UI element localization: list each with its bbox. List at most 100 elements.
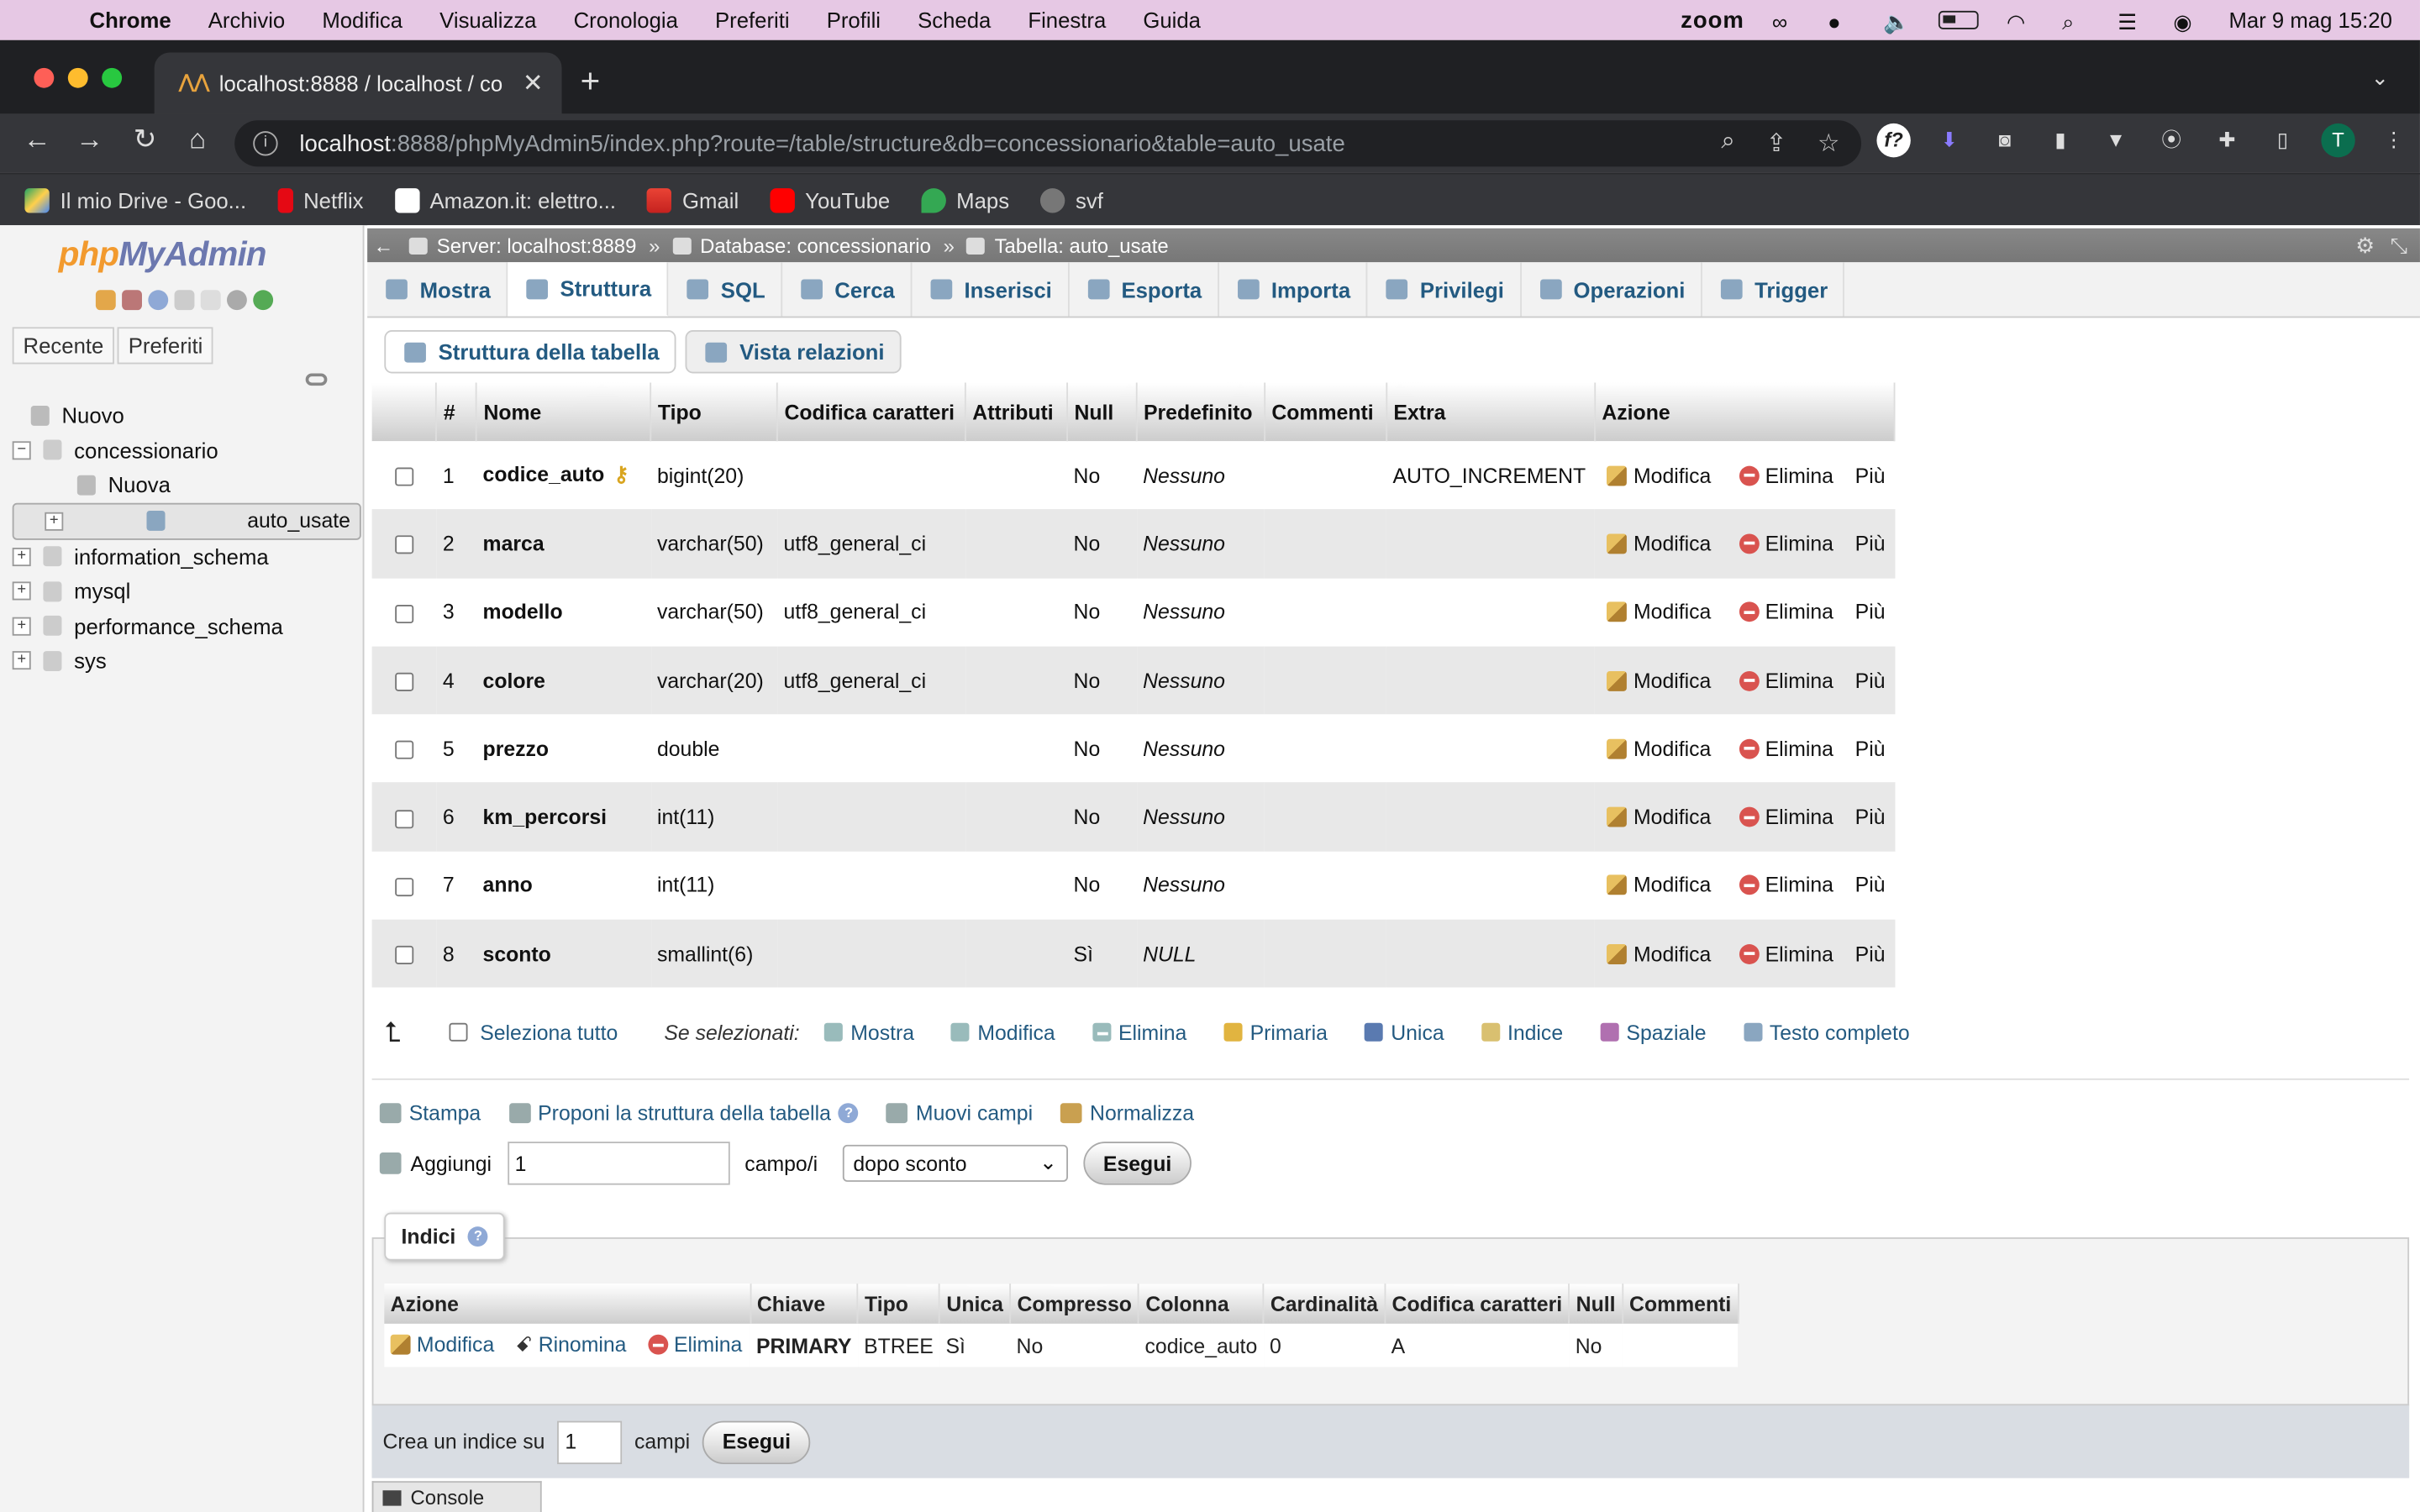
tab-esporta[interactable]: Esporta: [1069, 262, 1219, 317]
menubar-clock[interactable]: Mar 9 mag 15:20: [2228, 8, 2391, 32]
edit-column-link[interactable]: Modifica: [1607, 738, 1711, 760]
download-extension-icon[interactable]: ⬇: [1933, 123, 1966, 157]
more-actions-link[interactable]: Più: [1855, 738, 1886, 761]
collapse-icon[interactable]: −: [12, 440, 31, 459]
reload-icon[interactable]: ↻: [127, 123, 164, 156]
bulk-spaziale[interactable]: Spaziale: [1600, 1021, 1707, 1044]
tab-mostra[interactable]: Mostra: [367, 262, 508, 317]
drop-column-link[interactable]: Elimina: [1739, 533, 1833, 555]
tab-preferiti[interactable]: Preferiti: [117, 327, 214, 365]
logout-icon[interactable]: [122, 290, 142, 311]
chrome-menu-icon[interactable]: ⋮: [2377, 123, 2411, 157]
bookmark-youtube[interactable]: YouTube: [769, 187, 890, 213]
breadcrumb-database[interactable]: Database: concessionario: [672, 234, 931, 257]
tree-item-mysql[interactable]: + mysql: [12, 574, 361, 608]
menu-profili[interactable]: Profili: [808, 8, 899, 32]
column-name[interactable]: codice_auto: [483, 463, 605, 486]
row-checkbox[interactable]: [395, 809, 414, 828]
more-actions-link[interactable]: Più: [1855, 806, 1886, 829]
expand-icon[interactable]: +: [12, 547, 31, 566]
drop-column-link[interactable]: Elimina: [1739, 669, 1833, 692]
bookmark-star-icon[interactable]: ☆: [1818, 128, 1839, 159]
column-name[interactable]: marca: [483, 533, 544, 556]
menu-app-chrome[interactable]: Chrome: [74, 8, 190, 32]
menu-scheda[interactable]: Scheda: [899, 8, 1009, 32]
reload-nav-icon[interactable]: [253, 290, 274, 311]
link-panel-icon[interactable]: [305, 373, 328, 386]
header-nome[interactable]: Nome: [476, 382, 652, 442]
tab-struttura[interactable]: Struttura: [508, 262, 669, 317]
menu-archivio[interactable]: Archivio: [190, 8, 304, 32]
edit-column-link[interactable]: Modifica: [1607, 533, 1711, 555]
tree-item-concessionario[interactable]: − concessionario: [12, 433, 361, 467]
row-checkbox[interactable]: [395, 604, 414, 623]
tab-operazioni[interactable]: Operazioni: [1521, 262, 1702, 317]
copy-icon[interactable]: [200, 290, 221, 311]
move-columns-link[interactable]: Muovi campi: [886, 1101, 1033, 1125]
help-icon[interactable]: [148, 290, 169, 311]
home-icon[interactable]: [95, 290, 116, 311]
add-position-select[interactable]: dopo sconto ⌄: [842, 1144, 1068, 1182]
header-null[interactable]: Null: [1067, 382, 1138, 442]
more-actions-link[interactable]: Più: [1855, 669, 1886, 692]
browser-tab-active[interactable]: ⋀⋀ localhost:8888 / localhost / co ✕: [154, 52, 562, 114]
column-name[interactable]: km_percorsi: [483, 806, 607, 829]
menu-guida[interactable]: Guida: [1124, 8, 1219, 32]
subtab-vista-relazioni[interactable]: Vista relazioni: [685, 330, 902, 374]
profile-avatar[interactable]: T: [2321, 123, 2355, 158]
tab-inserisci[interactable]: Inserisci: [912, 262, 1070, 317]
tree-item-sys[interactable]: + sys: [12, 643, 361, 678]
more-actions-link[interactable]: Più: [1855, 601, 1886, 624]
siri-icon[interactable]: ◉: [2173, 9, 2201, 34]
formula-extension-icon[interactable]: f?: [1876, 123, 1911, 158]
bookmark-maps[interactable]: Maps: [920, 187, 1009, 213]
header-number[interactable]: #: [436, 382, 478, 442]
drop-column-link[interactable]: Elimina: [1739, 874, 1833, 897]
tab-privilegi[interactable]: Privilegi: [1367, 262, 1522, 317]
tab-sql[interactable]: SQL: [668, 262, 782, 317]
row-checkbox[interactable]: [395, 741, 414, 760]
column-name[interactable]: colore: [483, 669, 545, 692]
close-tab-icon[interactable]: ✕: [523, 68, 544, 99]
more-actions-link[interactable]: Più: [1855, 874, 1886, 897]
header-predefinito[interactable]: Predefinito: [1136, 382, 1266, 442]
forward-icon[interactable]: →: [71, 123, 108, 156]
wifi-icon[interactable]: ◠: [2007, 9, 2034, 34]
tab-extension-icon[interactable]: ▮: [2044, 123, 2077, 157]
edit-column-link[interactable]: Modifica: [1607, 942, 1711, 965]
more-actions-link[interactable]: Più: [1855, 533, 1886, 556]
create-index-count-input[interactable]: 1: [557, 1420, 623, 1464]
zoom-status-item[interactable]: zoom: [1681, 7, 1744, 33]
home-icon[interactable]: ⌂: [179, 123, 216, 156]
create-index-execute-button[interactable]: Esegui: [702, 1420, 811, 1464]
new-tab-icon[interactable]: +: [581, 61, 601, 102]
collapse-top-icon[interactable]: ⤡: [2391, 233, 2408, 259]
tree-item-information-schema[interactable]: + information_schema: [12, 539, 361, 574]
bulk-indice[interactable]: Indice: [1481, 1021, 1563, 1044]
bulk-mostra[interactable]: Mostra: [824, 1021, 914, 1044]
drop-column-link[interactable]: Elimina: [1739, 601, 1833, 623]
battery-icon[interactable]: [1939, 10, 1979, 29]
more-actions-link[interactable]: Più: [1855, 942, 1886, 966]
menu-preferiti[interactable]: Preferiti: [697, 8, 808, 32]
row-checkbox[interactable]: [395, 946, 414, 965]
header-attributi[interactable]: Attributi: [965, 382, 1069, 442]
select-all-checkbox[interactable]: [449, 1022, 468, 1042]
bookmark-amazon[interactable]: Amazon.it: elettro...: [394, 187, 616, 213]
bookmark-netflix[interactable]: Netflix: [276, 187, 364, 213]
notification-badge-icon[interactable]: ●: [1828, 9, 1855, 34]
breadcrumb-table[interactable]: Tabella: auto_usate: [966, 234, 1169, 257]
help-icon[interactable]: ?: [468, 1226, 488, 1247]
bulk-testo-completo[interactable]: Testo completo: [1743, 1021, 1910, 1044]
bookmark-svf[interactable]: svf: [1039, 187, 1103, 213]
edit-column-link[interactable]: Modifica: [1607, 464, 1711, 487]
column-name[interactable]: prezzo: [483, 738, 550, 761]
column-name[interactable]: sconto: [483, 942, 551, 966]
help-icon[interactable]: ?: [839, 1103, 859, 1124]
more-actions-link[interactable]: Più: [1855, 464, 1886, 487]
tree-item-performance-schema[interactable]: + performance_schema: [12, 609, 361, 643]
bookmark-drive[interactable]: Il mio Drive - Goo...: [24, 187, 246, 213]
puzzle-extensions-icon[interactable]: ✚: [2210, 123, 2244, 157]
tab-trigger[interactable]: Trigger: [1702, 262, 1845, 317]
creative-cloud-icon[interactable]: ∞: [1772, 9, 1800, 34]
